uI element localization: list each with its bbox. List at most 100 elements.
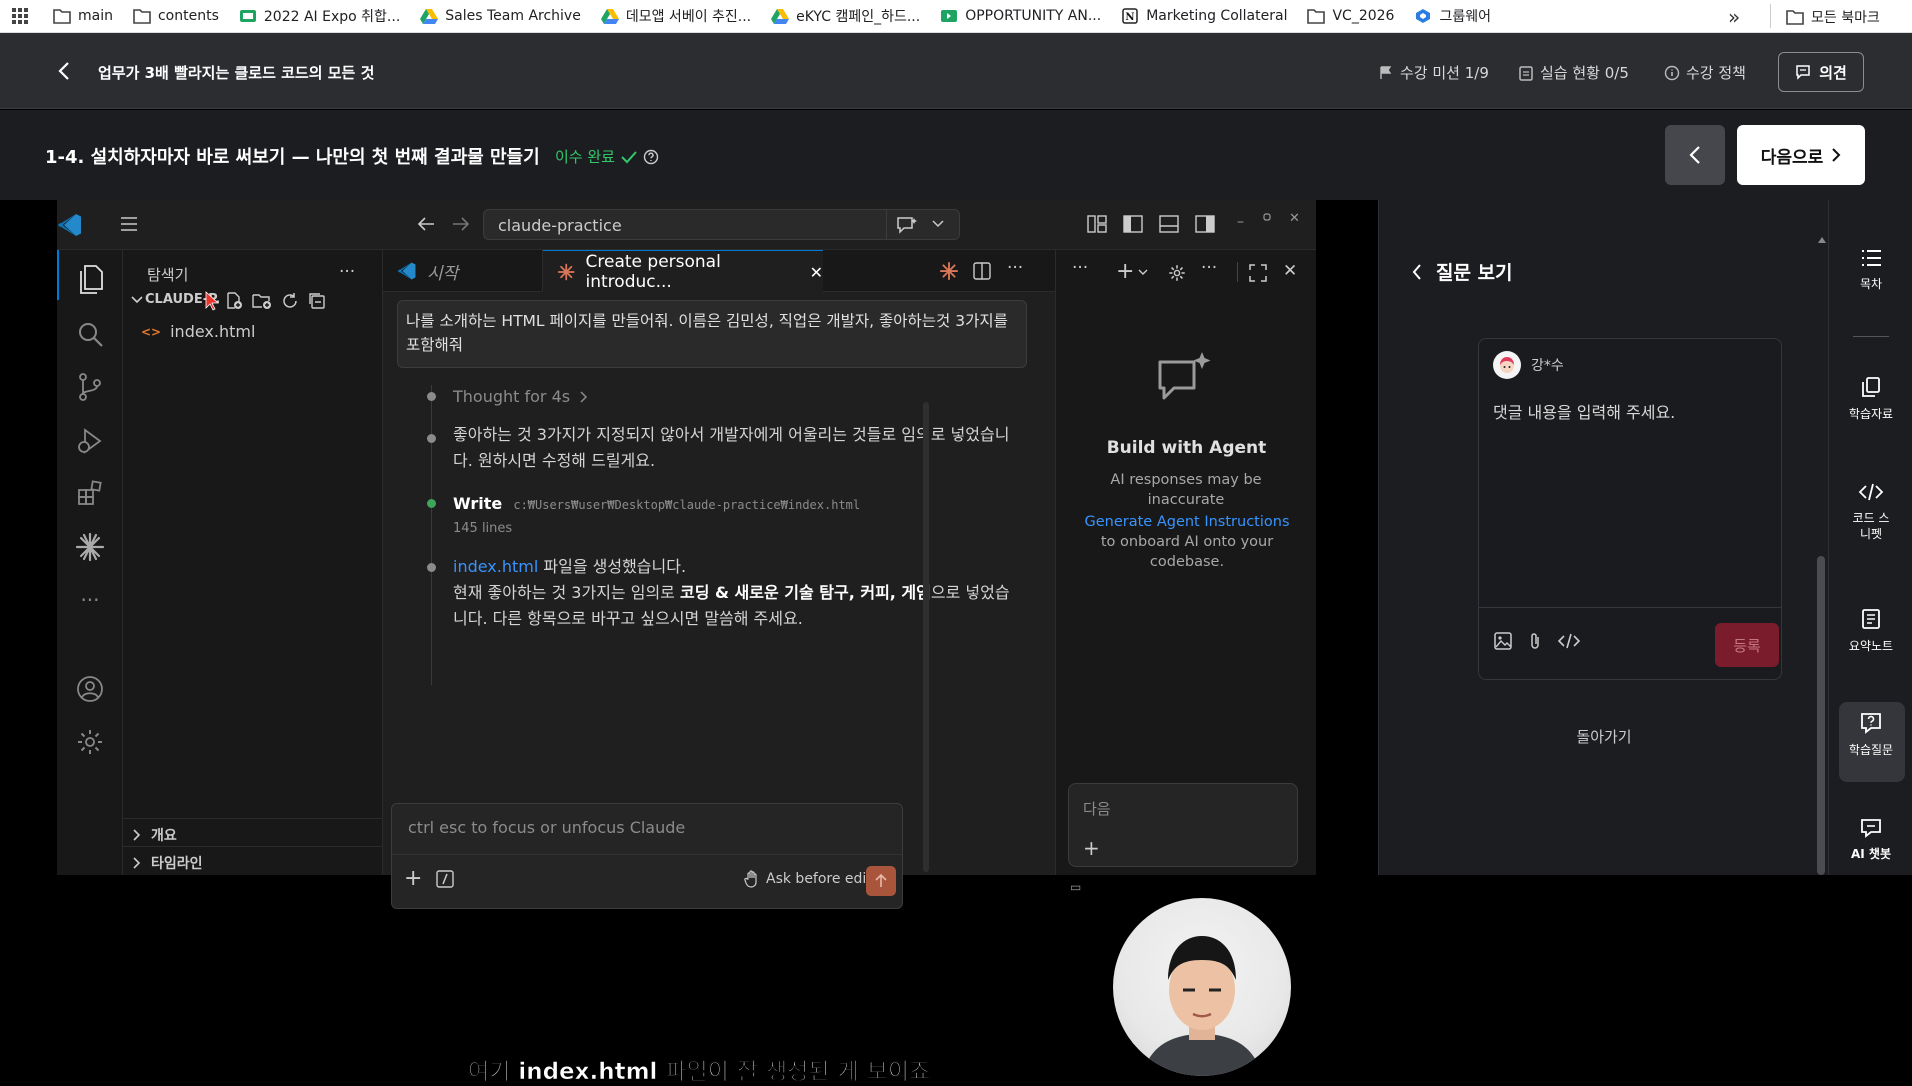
tab-welcome[interactable]: 시작 (383, 250, 543, 292)
new-file-icon[interactable] (225, 292, 243, 310)
close-tab-icon[interactable]: ✕ (810, 263, 823, 282)
policy-link[interactable]: 수강 정책 (1664, 62, 1746, 83)
claude-icon[interactable] (57, 522, 123, 572)
practice-status[interactable]: 실습 현황 0/5 (1518, 62, 1629, 83)
agent-add-icon[interactable]: + (1083, 836, 1100, 860)
lesson-video[interactable]: claude-practice – ✕ ··· 탐색기 ··· CLAUDE-P… (0, 200, 1378, 1085)
minimize-button[interactable]: – (1237, 214, 1244, 230)
claude-action-icon[interactable] (939, 261, 959, 281)
outline-section[interactable]: 개요 (133, 825, 177, 845)
help-icon[interactable] (643, 149, 659, 165)
previous-lesson-button[interactable] (1665, 125, 1725, 185)
generate-instructions-link[interactable]: Generate Agent Instructions (1084, 514, 1289, 530)
timeline-section[interactable]: 타임라인 (133, 853, 203, 873)
maximize-icon[interactable] (1249, 264, 1267, 282)
scroll-up-arrow[interactable] (1817, 236, 1827, 246)
slash-command-icon[interactable] (436, 870, 454, 888)
forward-arrow-icon[interactable] (452, 216, 470, 232)
agent-more-icon[interactable]: ··· (1072, 258, 1088, 278)
menu-icon[interactable] (120, 216, 138, 232)
apps-grid-icon[interactable] (11, 7, 29, 25)
bookmark-groupware[interactable]: 그룹웨어 (1414, 6, 1491, 26)
bookmark-ekyc[interactable]: eKYC 캠페인_하드... (771, 6, 920, 26)
close-panel-icon[interactable]: ✕ (1283, 261, 1297, 281)
bookmark-main[interactable]: main (53, 7, 113, 25)
search-icon[interactable] (57, 309, 123, 359)
chevron-down-icon[interactable] (932, 220, 944, 228)
command-center-search[interactable]: claude-practice (483, 209, 960, 240)
back-chevron-icon[interactable] (58, 61, 70, 81)
refresh-icon[interactable] (281, 292, 299, 310)
sidebar-item-notes[interactable]: 요약노트 (1829, 608, 1912, 654)
agent-settings-icon[interactable] (1168, 264, 1186, 282)
extensions-icon[interactable] (57, 468, 123, 518)
agent-mode-icon[interactable]: ▭ (1070, 880, 1081, 894)
split-editor-icon[interactable] (973, 262, 991, 280)
bookmark-ai-expo[interactable]: 2022 AI Expo 취합... (239, 6, 400, 26)
thought-toggle[interactable]: Thought for 4s (453, 384, 588, 410)
add-attachment-button[interactable]: + (404, 866, 422, 891)
collapse-all-icon[interactable] (308, 292, 326, 310)
customize-layout-icon[interactable] (1087, 215, 1107, 233)
toggle-secondary-sidebar-icon[interactable] (1195, 215, 1215, 233)
write-tool-call[interactable]: Write c:₩Users₩user₩Desktop₩claude-pract… (453, 491, 860, 518)
new-chat-button[interactable]: + (1116, 261, 1148, 283)
explorer-more-icon[interactable]: ··· (339, 262, 355, 282)
restore-button[interactable] (1263, 213, 1271, 221)
bookmark-demo-survey[interactable]: 데모앱 서베이 추진... (600, 6, 751, 26)
bookmark-sales-archive[interactable]: Sales Team Archive (420, 7, 581, 25)
all-bookmarks[interactable]: 모든 북마크 (1786, 7, 1880, 27)
code-icon[interactable] (1557, 631, 1581, 651)
new-folder-icon[interactable] (252, 292, 272, 310)
chevron-left-icon (1689, 146, 1700, 164)
sidebar-item-snippets[interactable]: 코드 스니펫 (1829, 482, 1912, 542)
run-debug-icon[interactable] (57, 416, 123, 466)
bookmark-opportunity[interactable]: OPPORTUNITY AN... (940, 7, 1101, 25)
panel-scrollbar[interactable] (1817, 556, 1825, 875)
attachment-icon[interactable] (1527, 631, 1543, 651)
more-icon[interactable]: ··· (57, 575, 123, 625)
editor-more-icon[interactable]: ··· (1007, 258, 1023, 278)
return-link[interactable]: 돌아가기 (1379, 726, 1829, 747)
sidebar-item-materials[interactable]: 학습자료 (1829, 376, 1912, 422)
settings-gear-icon[interactable] (57, 717, 123, 767)
file-index-html[interactable]: <> index.html (141, 322, 255, 341)
bookmarks-divider (1770, 4, 1771, 28)
toggle-primary-sidebar-icon[interactable] (1123, 215, 1143, 233)
feedback-button[interactable]: 의견 (1778, 52, 1864, 92)
close-window-button[interactable]: ✕ (1289, 211, 1300, 226)
tab-claude-chat[interactable]: Create personal introduc... ✕ (543, 250, 823, 293)
toggle-panel-icon[interactable] (1159, 215, 1179, 233)
account-icon[interactable] (57, 664, 123, 714)
chat-input-box[interactable]: ctrl esc to focus or unfocus Claude + As… (391, 803, 903, 909)
mission-status[interactable]: 수강 미션 1/9 (1378, 62, 1489, 83)
send-button[interactable] (866, 866, 896, 896)
comment-input[interactable]: 댓글 내용을 입력해 주세요. (1493, 399, 1769, 559)
submit-button[interactable]: 등록 (1715, 623, 1779, 667)
ask-before-edits-toggle[interactable]: Ask before edits (744, 870, 879, 888)
question-back-header[interactable]: 질문 보기 (1412, 258, 1513, 285)
sidebar-item-chatbot[interactable]: AI 챗봇 (1829, 818, 1912, 862)
copilot-chat-icon[interactable] (896, 216, 920, 234)
agent-input-box[interactable]: 다음 + (1068, 783, 1298, 867)
chat-scrollbar[interactable] (923, 402, 929, 872)
bookmarks-overflow-button[interactable]: » (1728, 5, 1740, 29)
divider (1479, 607, 1781, 608)
next-lesson-button[interactable]: 다음으로 (1737, 125, 1865, 185)
file-link[interactable]: index.html (453, 557, 538, 576)
chevron-down-icon[interactable] (131, 296, 143, 304)
write-label: Write (453, 494, 503, 513)
back-arrow-icon[interactable] (417, 216, 435, 232)
agent-more-icon[interactable]: ··· (1201, 258, 1217, 278)
sidebar-item-toc[interactable]: 목차 (1829, 248, 1912, 292)
source-control-icon[interactable] (57, 362, 123, 412)
next-label: 다음으로 (1760, 147, 1824, 168)
bookmark-marketing[interactable]: N Marketing Collateral (1121, 7, 1287, 25)
message-bullet (427, 563, 436, 572)
image-icon[interactable] (1493, 631, 1513, 651)
sidebar-item-questions[interactable]: 학습질문 (1829, 712, 1912, 758)
bookmark-contents[interactable]: contents (133, 7, 219, 25)
explorer-icon[interactable] (57, 255, 123, 305)
bookmark-vc2026[interactable]: VC_2026 (1307, 7, 1394, 25)
write-lines: 145 lines (453, 521, 513, 536)
